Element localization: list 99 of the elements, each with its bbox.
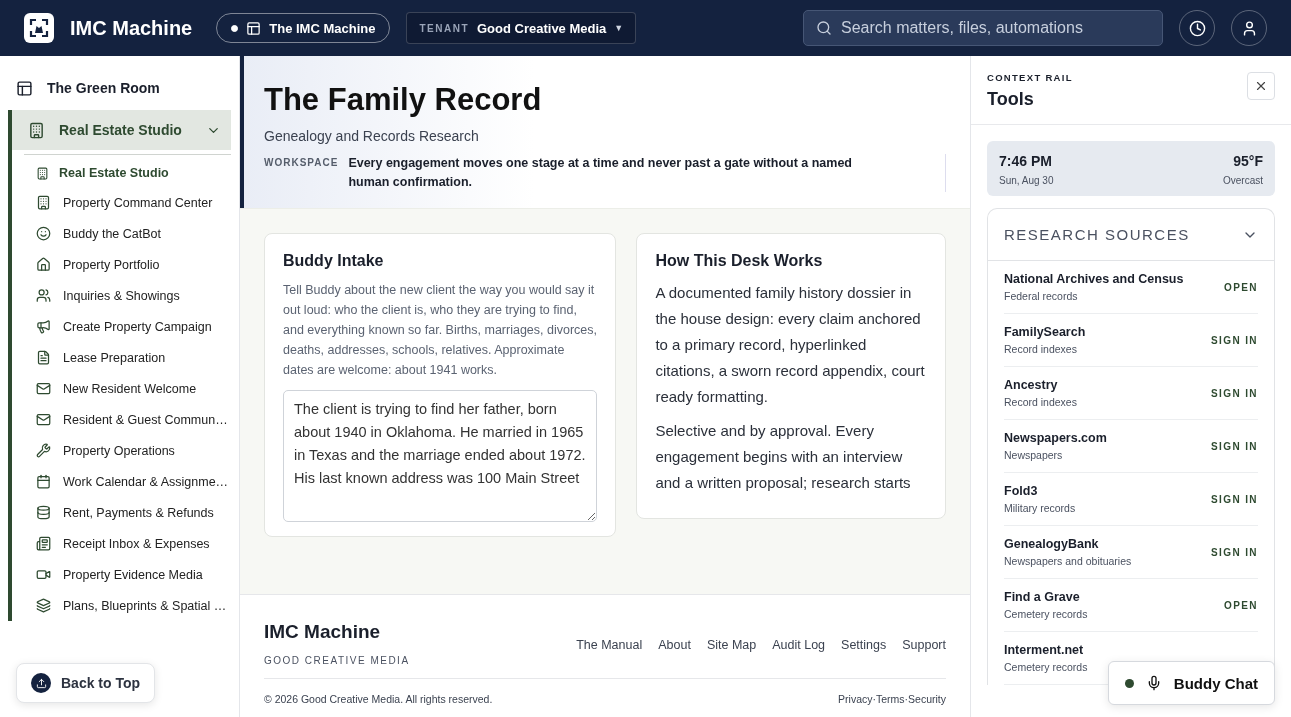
building-icon [36, 195, 51, 210]
nav-item[interactable]: Property Portfolio [24, 249, 231, 280]
rail-title: Tools [987, 89, 1035, 110]
source-action-link[interactable]: SIGN IN [1210, 493, 1258, 505]
clock-date: Sun, Aug 30 [999, 175, 1054, 186]
buddy-chat-button[interactable]: Buddy Chat [1107, 661, 1275, 705]
source-name: Find a Grave [1004, 590, 1081, 604]
footer-brand: IMC Machine [264, 621, 382, 643]
megaphone-icon [36, 319, 51, 334]
intake-field[interactable]: The client is trying to find her father, born about 1940 in Oklahoma. He married in 1965 in Texas and the marriage ended about 1972. His last known address was 100 Main Street [283, 390, 598, 522]
close-button[interactable] [1247, 72, 1275, 100]
nav-item[interactable]: Create Property Campaign [24, 311, 231, 342]
source-action-link[interactable]: OPEN [1224, 281, 1258, 293]
source-name: FamilySearch [1004, 325, 1086, 339]
source-description: Record indexes [1004, 396, 1077, 408]
clock-time: 7:46 PM [999, 153, 1053, 169]
wrench-icon [36, 443, 51, 458]
nav-item[interactable]: Buddy the CatBot [24, 218, 231, 249]
smiley-icon [36, 226, 51, 241]
nav-item[interactable]: New Resident Welcome [24, 373, 231, 404]
building-icon [28, 121, 45, 139]
source-action-link[interactable]: SIGN IN [1210, 440, 1258, 452]
card-paragraph: A documented family history dossier in the house design: every claim anchored to a primary record, hyperlinked citations, a sworn record appendix, court ready formatting. [655, 283, 926, 407]
close-icon [1254, 79, 1268, 93]
nav-item[interactable]: Rent, Payments & Refunds [24, 497, 231, 528]
source-name: Ancestry [1004, 378, 1059, 392]
clock-icon [1188, 19, 1206, 37]
workspace-text: Every engagement moves one stage at a time and never past a gate without a named human confirmation. [348, 155, 853, 191]
nav-item[interactable]: Lease Preparation [24, 342, 231, 373]
newspaper-icon [36, 536, 51, 551]
help-text: Tell Buddy about the new client the way you would say it out loud: who the client is, who they are trying to find, and everything known so far. Births, marriages, divorces, deaths, addresses, schools, relatives. Approximate dates are welcome: about 1941 works. [283, 282, 598, 379]
nav-item[interactable]: Property Command Center [24, 187, 231, 218]
rail-eyebrow: CONTEXT RAIL [987, 72, 1073, 83]
layout-icon [16, 79, 33, 97]
video-camera-icon [36, 567, 51, 582]
layers-icon [36, 598, 51, 613]
nav-group-header[interactable]: Real Estate Studio [12, 110, 231, 150]
source-action-link[interactable]: SIGN IN [1210, 387, 1258, 399]
building-icon [36, 166, 49, 180]
footer-link[interactable]: Settings [841, 638, 887, 652]
nav-item[interactable]: Plans, Blueprints & Spatial … [24, 590, 231, 621]
database-icon [36, 505, 51, 520]
footer-tagline: GOOD CREATIVE MEDIA [264, 655, 410, 666]
source-action-link[interactable]: SIGN IN [1210, 546, 1258, 558]
source-description: Cemetery records [1004, 661, 1088, 673]
source-name: Interment.net [1004, 643, 1085, 657]
nav-subheading[interactable]: Real Estate Studio [24, 159, 231, 187]
upload-icon [31, 673, 51, 693]
layout-icon [246, 20, 262, 36]
card-paragraph: Selective and by approval. Every engagement begins with an interview and a written proposal; research starts [655, 421, 912, 493]
source-description: Newspapers [1004, 449, 1064, 461]
logo-icon [24, 13, 54, 43]
page-subtitle: Genealogy and Records Research [264, 128, 480, 144]
nav-item[interactable]: The Green Room [8, 70, 231, 106]
source-description: Newspapers and obituaries [1004, 555, 1132, 567]
source-name: Fold3 [1004, 484, 1039, 498]
sources-header[interactable]: RESEARCH SOURCES [988, 209, 1274, 261]
brand-name: IMC Machine [70, 16, 193, 40]
document-icon [36, 350, 51, 365]
source-action-link[interactable]: OPEN [1224, 599, 1258, 611]
card-title: Buddy Intake [283, 252, 385, 270]
search-icon [816, 20, 832, 36]
nav-item[interactable]: Property Evidence Media [24, 559, 231, 590]
footer-link[interactable]: Audit Log [772, 638, 826, 652]
source-description: Record indexes [1004, 343, 1078, 355]
tenant-label: TENANT [419, 22, 469, 34]
footer-link[interactable]: The Manual [576, 638, 643, 652]
source-description: Federal records [1004, 290, 1079, 302]
tenant-dropdown[interactable]: TENANT Good Creative Media ▼ [406, 12, 637, 44]
source-name: National Archives and Census [1004, 272, 1184, 286]
source-description: Military records [1004, 502, 1076, 514]
footer-link[interactable]: Support [902, 638, 946, 652]
envelope-icon [36, 381, 51, 396]
source-description: Cemetery records [1004, 608, 1088, 620]
nav-item[interactable]: Inquiries & Showings [24, 280, 231, 311]
footer-link[interactable]: About [658, 638, 691, 652]
weather-condition: Overcast [1223, 175, 1263, 186]
nav-item[interactable]: Receipt Inbox & Expenses [24, 528, 231, 559]
back-to-top-button[interactable]: Back to Top [16, 663, 156, 703]
tenant-value: Good Creative Media [477, 20, 607, 36]
temperature: 95°F [1232, 153, 1263, 169]
source-name: GenealogyBank [1004, 537, 1100, 551]
house-icon [36, 257, 51, 272]
legal-links[interactable]: Privacy·Terms·Security [838, 693, 946, 705]
people-icon [36, 288, 51, 303]
page-title: The Family Record [264, 82, 543, 118]
card-title: How This Desk Works [655, 252, 824, 270]
calendar-icon [36, 474, 51, 489]
footer-link[interactable]: Site Map [706, 638, 757, 652]
envelope-icon [36, 412, 51, 427]
source-action-link[interactable]: SIGN IN [1210, 334, 1258, 346]
workspace-label: WORKSPACE [264, 156, 339, 170]
caret-icon: ▼ [614, 23, 624, 33]
source-name: Newspapers.com [1004, 431, 1107, 445]
search-field[interactable]: Search matters, files, automations [803, 10, 1163, 46]
nav-item[interactable]: Property Operations [24, 435, 231, 466]
nav-item[interactable]: Work Calendar & Assignme… [24, 466, 231, 497]
copyright-text: © 2026 Good Creative Media. All rights reserved. [264, 693, 493, 705]
nav-item[interactable]: Resident & Guest Commun… [24, 404, 231, 435]
